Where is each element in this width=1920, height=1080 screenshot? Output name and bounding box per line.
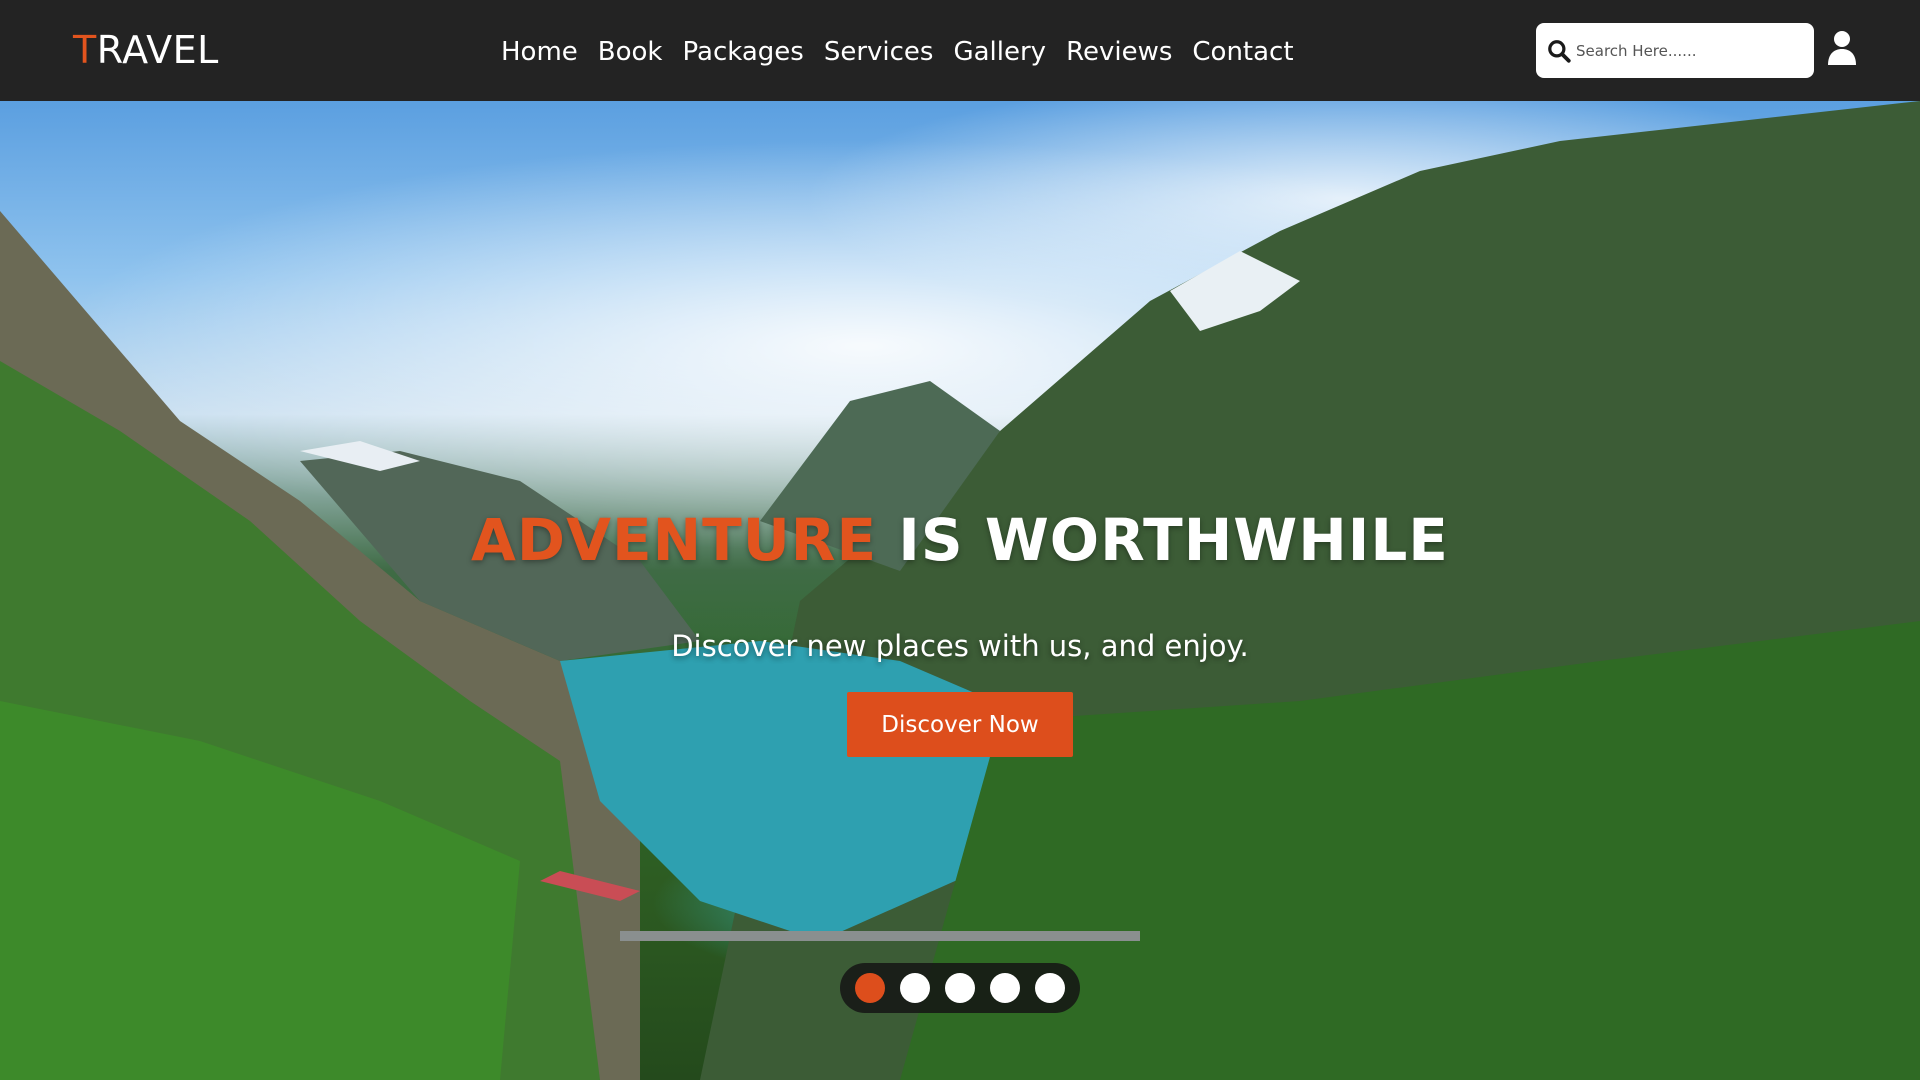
hero-section: ADVENTURE IS WORTHWHILE Discover new pla… [0, 101, 1920, 1080]
logo-first-letter: T [73, 28, 97, 72]
hero-title-accent: ADVENTURE [471, 506, 878, 574]
hero-title-rest: IS WORTHWHILE [877, 506, 1449, 574]
slider-dot[interactable] [855, 973, 885, 1003]
nav-contact[interactable]: Contact [1192, 37, 1293, 67]
hero-subtitle: Discover new places with us, and enjoy. [671, 629, 1249, 663]
slider-dot[interactable] [945, 973, 975, 1003]
search-icon[interactable] [1546, 38, 1572, 64]
slider-dot[interactable] [900, 973, 930, 1003]
slider-dot[interactable] [990, 973, 1020, 1003]
nav-home[interactable]: Home [501, 37, 578, 67]
nav-reviews[interactable]: Reviews [1066, 37, 1172, 67]
nav-services[interactable]: Services [824, 37, 934, 67]
main-nav: Home Book Packages Services Gallery Revi… [501, 32, 1294, 72]
nav-gallery[interactable]: Gallery [953, 37, 1046, 67]
search-input[interactable] [1576, 23, 1806, 78]
slider-dots [840, 963, 1080, 1013]
discover-now-button[interactable]: Discover Now [847, 692, 1073, 757]
hero-title: ADVENTURE IS WORTHWHILE [0, 506, 1920, 574]
user-icon[interactable] [1826, 30, 1858, 66]
nav-packages[interactable]: Packages [683, 37, 804, 67]
logo[interactable]: TRAVEL [73, 28, 219, 72]
site-header: TRAVEL Home Book Packages Services Galle… [0, 0, 1920, 101]
logo-text: RAVEL [96, 28, 219, 72]
hero-landscape-image [0, 101, 1920, 1080]
nav-book[interactable]: Book [598, 37, 663, 67]
search-box [1536, 23, 1814, 78]
slider-dot[interactable] [1035, 973, 1065, 1003]
